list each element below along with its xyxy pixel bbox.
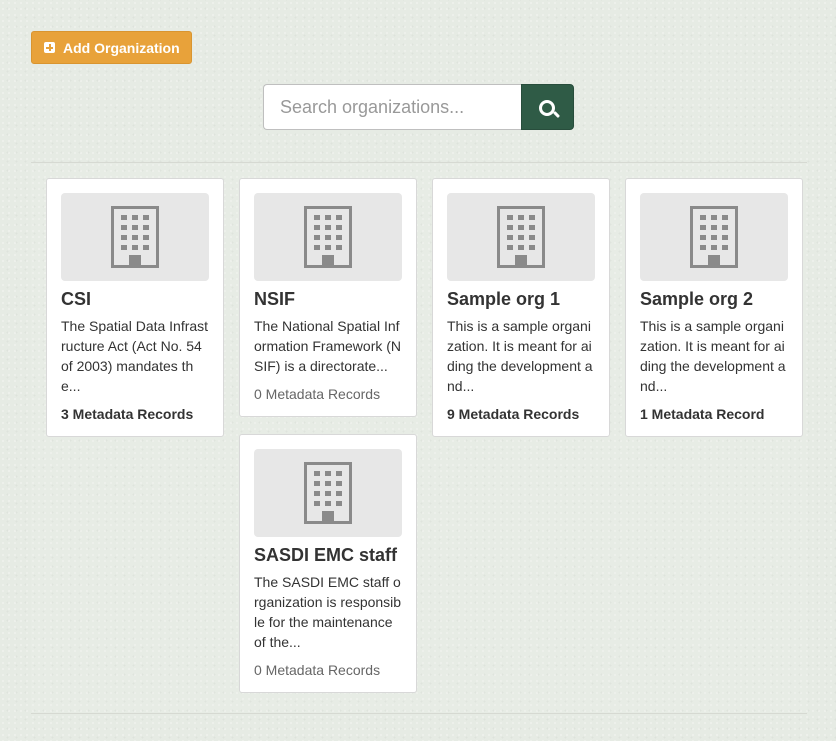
organization-description: The Spatial Data Infrastructure Act (Act… [61,318,209,394]
organization-title: NSIF [254,289,296,309]
organization-title: CSI [61,289,92,309]
organization-image-placeholder [254,193,402,281]
building-icon [690,206,738,268]
organization-description: The National Spatial Information Framewo… [254,318,402,374]
organization-card[interactable]: NSIF The National Spatial Information Fr… [239,178,417,417]
organization-image-placeholder [640,193,788,281]
organization-title: Sample org 1 [447,289,561,309]
metadata-record-count: 0 Metadata Records [254,386,381,402]
building-icon [304,206,352,268]
metadata-record-count: 1 Metadata Record [640,406,765,422]
organization-card[interactable]: CSI The Spatial Data Infrastructure Act … [46,178,224,437]
organization-card[interactable]: Sample org 2 This is a sample organizati… [625,178,803,437]
organization-image-placeholder [254,449,402,537]
organization-description: The SASDI EMC staff organization is resp… [254,574,402,650]
organization-card[interactable]: SASDI EMC staff The SASDI EMC staff orga… [239,434,417,693]
building-icon [111,206,159,268]
organization-title: SASDI EMC staff [254,545,398,565]
organization-card[interactable]: Sample org 1 This is a sample organizati… [432,178,610,437]
add-organization-label: Add Organization [63,39,180,56]
search-input[interactable] [263,84,521,130]
metadata-record-count: 3 Metadata Records [61,406,194,422]
organization-image-placeholder [447,193,595,281]
metadata-record-count: 9 Metadata Records [447,406,580,422]
organization-image-placeholder [61,193,209,281]
organization-title: Sample org 2 [640,289,754,309]
building-icon [497,206,545,268]
search-bar [263,84,574,130]
plus-square-icon [44,42,55,53]
metadata-record-count: 0 Metadata Records [254,662,381,678]
building-icon [304,462,352,524]
add-organization-button[interactable]: Add Organization [31,31,192,64]
search-button[interactable] [521,84,574,130]
organization-description: This is a sample organization. It is mea… [447,318,593,394]
organization-description: This is a sample organization. It is mea… [640,318,786,394]
